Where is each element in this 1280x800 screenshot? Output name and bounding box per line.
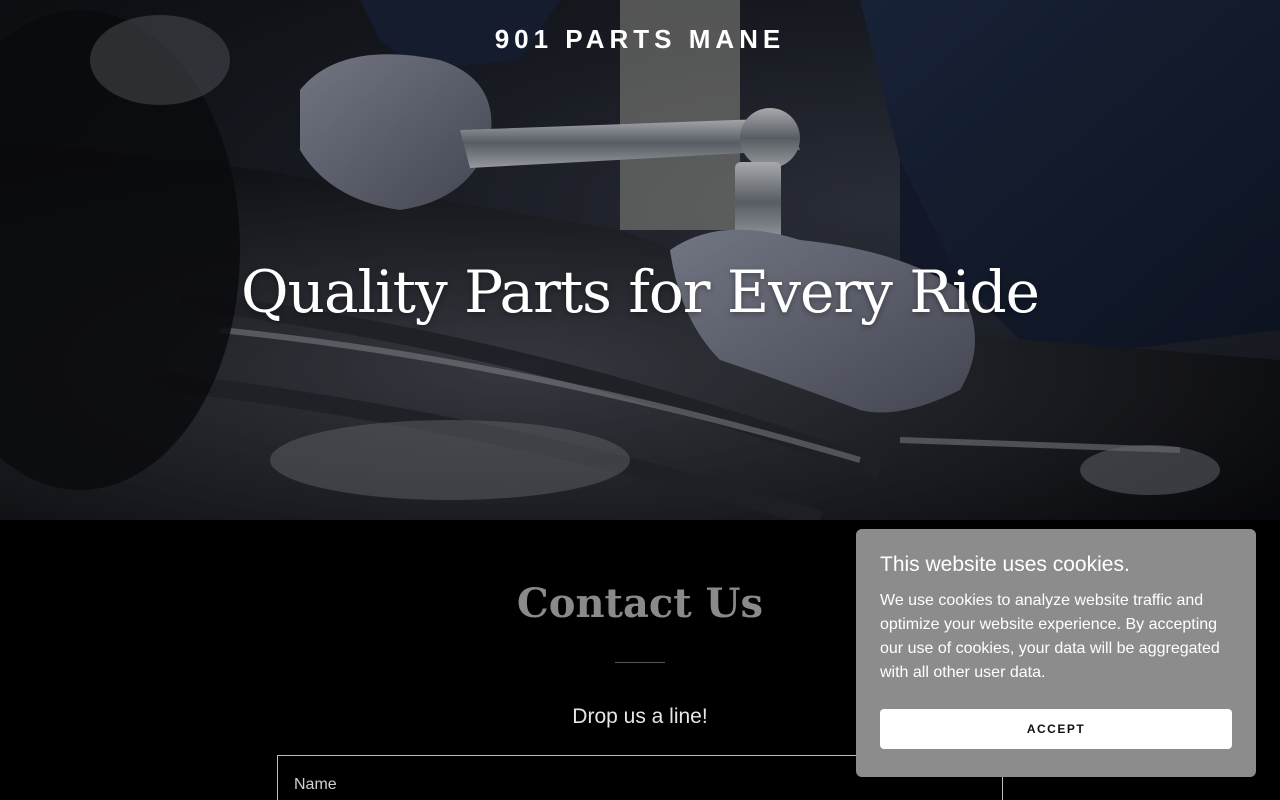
hero-section: 901 PARTS MANE Quality Parts for Every R… [0,0,1280,520]
accept-cookies-button[interactable]: ACCEPT [880,709,1232,749]
cookie-banner-title: This website uses cookies. [880,553,1130,576]
site-brand[interactable]: 901 PARTS MANE [0,24,1280,55]
hero-title: Quality Parts for Every Ride [241,258,1040,326]
section-divider [615,662,665,663]
cookie-banner: This website uses cookies. We use cookie… [856,529,1256,777]
cookie-banner-text: We use cookies to analyze website traffi… [880,592,1220,681]
